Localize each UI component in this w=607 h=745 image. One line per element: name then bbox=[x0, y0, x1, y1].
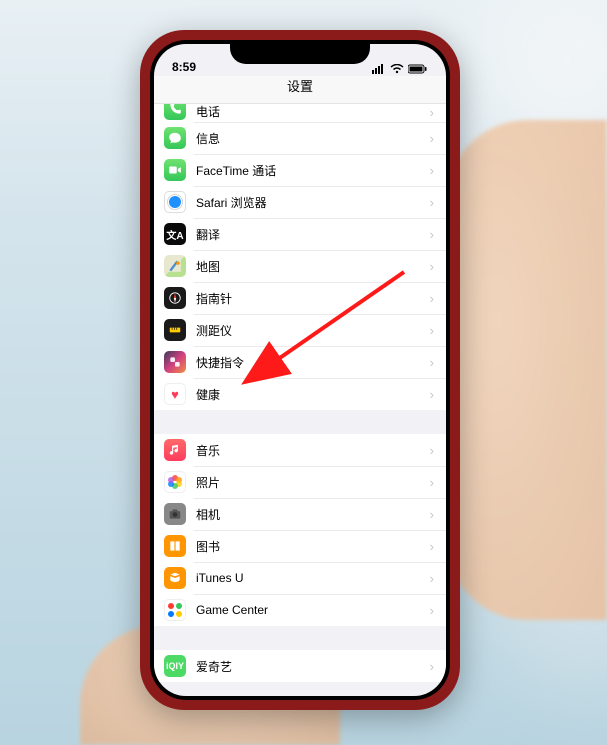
settings-row-iqiyi[interactable]: iQIY 爱奇艺› bbox=[154, 650, 446, 682]
chevron-right-icon: › bbox=[430, 163, 434, 178]
signal-icon bbox=[372, 64, 386, 74]
row-label: 图书 bbox=[196, 538, 430, 555]
chevron-right-icon: › bbox=[430, 259, 434, 274]
chevron-right-icon: › bbox=[430, 571, 434, 586]
maps-icon bbox=[164, 255, 186, 277]
health-icon: ♥ bbox=[164, 383, 186, 405]
books-icon bbox=[164, 535, 186, 557]
chevron-right-icon: › bbox=[430, 227, 434, 242]
page-title: 设置 bbox=[287, 79, 313, 94]
chevron-right-icon: › bbox=[430, 105, 434, 120]
chevron-right-icon: › bbox=[430, 131, 434, 146]
settings-row-health[interactable]: ♥ 健康› bbox=[154, 378, 446, 410]
row-label: 指南针 bbox=[196, 290, 430, 307]
chevron-right-icon: › bbox=[430, 659, 434, 674]
settings-list[interactable]: 电话›信息›FaceTime 通话›Safari 浏览器›文A翻译›地图›指南针… bbox=[154, 104, 446, 696]
row-label: 电话 bbox=[196, 104, 430, 120]
row-label: 爱奇艺 bbox=[196, 658, 430, 675]
photos-icon bbox=[164, 471, 186, 493]
settings-group: 音乐›照片›相机›图书›iTunes U›Game Center› bbox=[154, 434, 446, 626]
itunesu-icon bbox=[164, 567, 186, 589]
settings-row-safari[interactable]: Safari 浏览器› bbox=[154, 186, 446, 218]
camera-icon bbox=[164, 503, 186, 525]
chevron-right-icon: › bbox=[430, 507, 434, 522]
compass-icon bbox=[164, 287, 186, 309]
safari-icon bbox=[164, 191, 186, 213]
row-label: iTunes U bbox=[196, 571, 430, 585]
settings-row-photos[interactable]: 照片› bbox=[154, 466, 446, 498]
settings-row-camera[interactable]: 相机› bbox=[154, 498, 446, 530]
gamecenter-icon bbox=[164, 599, 186, 621]
chevron-right-icon: › bbox=[430, 603, 434, 618]
row-label: Game Center bbox=[196, 603, 430, 617]
settings-row-itunesu[interactable]: iTunes U› bbox=[154, 562, 446, 594]
status-time: 8:59 bbox=[172, 60, 196, 74]
shortcuts-icon bbox=[164, 351, 186, 373]
settings-row-facetime[interactable]: FaceTime 通话› bbox=[154, 154, 446, 186]
row-label: 快捷指令 bbox=[196, 354, 430, 371]
row-label: 照片 bbox=[196, 474, 430, 491]
row-label: 相机 bbox=[196, 506, 430, 523]
row-label: Safari 浏览器 bbox=[196, 194, 430, 211]
phone-frame: 8:59 设置 电话›信息›FaceTime 通话›Safari 浏览器›文A翻 bbox=[140, 30, 460, 710]
settings-row-translate[interactable]: 文A 翻译› bbox=[154, 218, 446, 250]
chevron-right-icon: › bbox=[430, 539, 434, 554]
battery-icon bbox=[408, 64, 428, 74]
chevron-right-icon: › bbox=[430, 355, 434, 370]
settings-row-phone[interactable]: 电话› bbox=[154, 104, 446, 122]
wifi-icon bbox=[390, 64, 404, 74]
chevron-right-icon: › bbox=[430, 475, 434, 490]
chevron-right-icon: › bbox=[430, 323, 434, 338]
settings-group: 电话›信息›FaceTime 通话›Safari 浏览器›文A翻译›地图›指南针… bbox=[154, 104, 446, 410]
notch bbox=[230, 40, 370, 64]
measure-icon bbox=[164, 319, 186, 341]
screen: 8:59 设置 电话›信息›FaceTime 通话›Safari 浏览器›文A翻 bbox=[154, 44, 446, 696]
row-label: 地图 bbox=[196, 258, 430, 275]
row-label: 测距仪 bbox=[196, 322, 430, 339]
row-label: 翻译 bbox=[196, 226, 430, 243]
phone-icon bbox=[164, 104, 186, 120]
settings-row-measure[interactable]: 测距仪› bbox=[154, 314, 446, 346]
navbar: 设置 bbox=[154, 76, 446, 104]
row-label: 音乐 bbox=[196, 442, 430, 459]
chevron-right-icon: › bbox=[430, 291, 434, 306]
facetime-icon bbox=[164, 159, 186, 181]
settings-row-maps[interactable]: 地图› bbox=[154, 250, 446, 282]
settings-row-shortcuts[interactable]: 快捷指令› bbox=[154, 346, 446, 378]
row-label: 信息 bbox=[196, 130, 430, 147]
settings-row-compass[interactable]: 指南针› bbox=[154, 282, 446, 314]
iqiyi-icon: iQIY bbox=[164, 655, 186, 677]
settings-row-music[interactable]: 音乐› bbox=[154, 434, 446, 466]
settings-row-messages[interactable]: 信息› bbox=[154, 122, 446, 154]
music-icon bbox=[164, 439, 186, 461]
settings-row-gc[interactable]: Game Center› bbox=[154, 594, 446, 626]
chevron-right-icon: › bbox=[430, 443, 434, 458]
settings-row-books[interactable]: 图书› bbox=[154, 530, 446, 562]
settings-group: iQIY 爱奇艺› bbox=[154, 650, 446, 682]
chevron-right-icon: › bbox=[430, 387, 434, 402]
chevron-right-icon: › bbox=[430, 195, 434, 210]
messages-icon bbox=[164, 127, 186, 149]
row-label: FaceTime 通话 bbox=[196, 162, 430, 179]
translate-icon: 文A bbox=[164, 223, 186, 245]
row-label: 健康 bbox=[196, 386, 430, 403]
